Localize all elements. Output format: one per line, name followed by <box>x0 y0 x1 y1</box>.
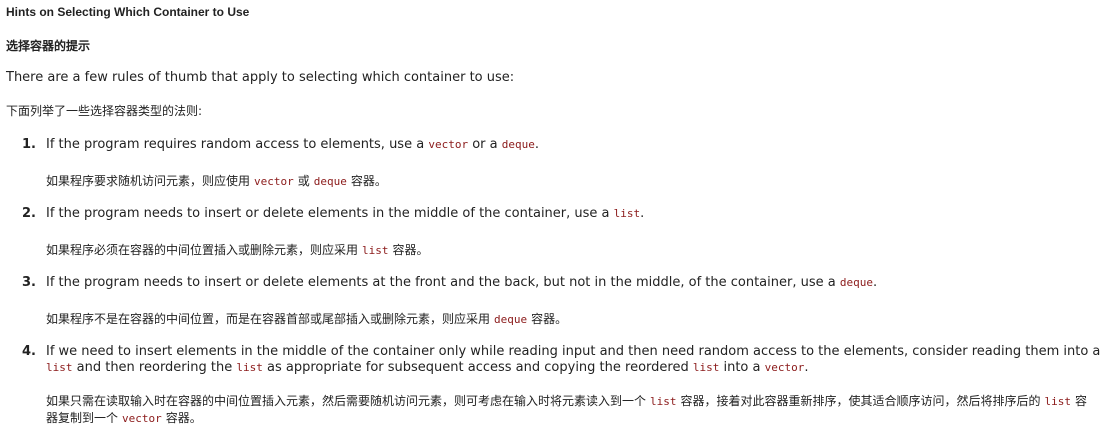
code-term: list <box>362 244 389 257</box>
code-term: vector <box>254 175 294 188</box>
code-term: deque <box>494 313 528 326</box>
code-term: deque <box>501 138 535 151</box>
code-term: vector <box>122 412 162 425</box>
code-term: deque <box>839 276 873 289</box>
section-heading: Hints on Selecting Which Container to Us… <box>6 5 250 19</box>
intro-text: There are a few rules of thumb that appl… <box>6 70 515 85</box>
list-item-text: If the program needs to insert or delete… <box>46 206 645 221</box>
list-item-text: If the program needs to insert or delete… <box>46 275 878 290</box>
code-term: list <box>692 361 720 374</box>
code-term: list <box>650 395 677 408</box>
code-term: vector <box>428 138 469 151</box>
list-item-text-zh: 如果程序必须在容器的中间位置插入或删除元素，则应采用 list 容器。 <box>46 243 429 257</box>
document-page: Hints on Selecting Which Container to Us… <box>0 0 1108 440</box>
list-item-number: 1. <box>22 137 36 152</box>
code-term: list <box>613 207 641 220</box>
code-term: list <box>1044 395 1072 408</box>
list-item-text-zh: 如果程序要求随机访问元素，则应使用 vector 或 deque 容器。 <box>46 174 387 188</box>
list-item-text-zh: 如果程序不是在容器的中间位置，而是在容器首部或尾部插入或删除元素，则应采用 deq… <box>46 312 568 326</box>
list-item-number: 2. <box>22 206 36 221</box>
code-term: list <box>236 361 263 374</box>
list-item-text-zh: 如果只需在读取输入时在容器的中间位置插入元素，然后需要随机访问元素，则可考虑在输… <box>46 394 1088 425</box>
intro-text-zh: 下面列举了一些选择容器类型的法则: <box>6 104 203 118</box>
code-term: list <box>46 361 73 374</box>
section-heading-zh: 选择容器的提示 <box>6 39 91 53</box>
code-term: vector <box>764 361 805 374</box>
list-item-number: 3. <box>22 275 36 290</box>
code-term: deque <box>313 175 347 188</box>
list-item-text: If we need to insert elements in the mid… <box>46 344 1101 375</box>
list-item-number: 4. <box>22 344 36 359</box>
list-item-text: If the program requires random access to… <box>46 137 540 152</box>
